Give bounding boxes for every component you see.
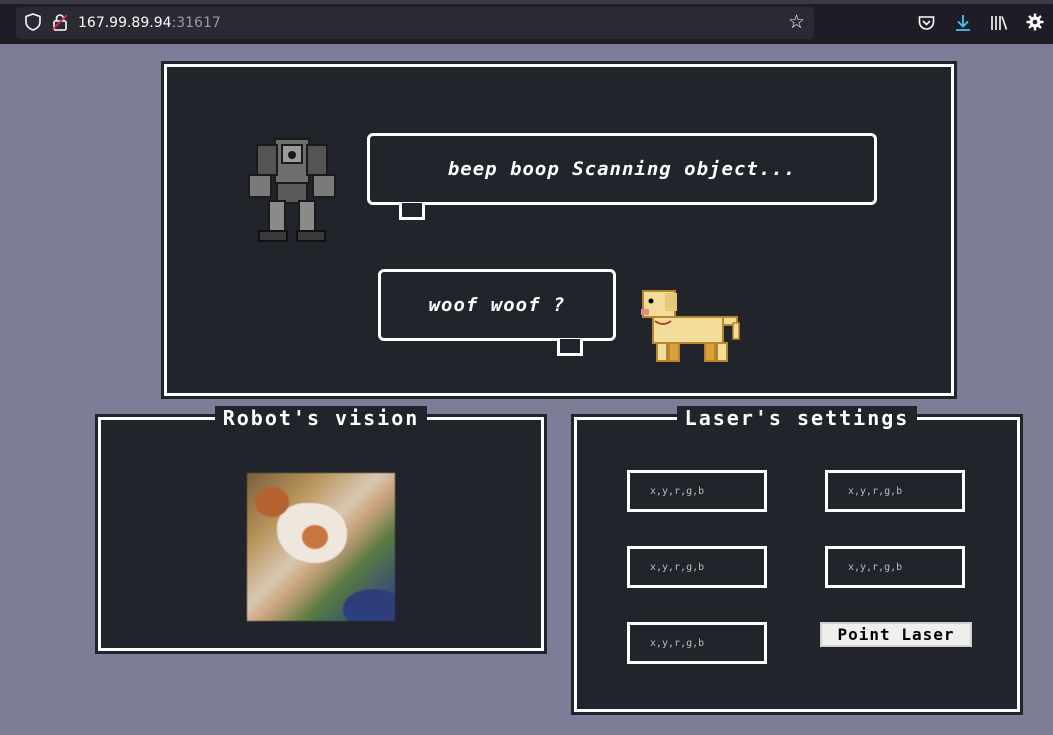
laser-input-3[interactable] <box>625 544 769 590</box>
robot-speech-text: beep boop Scanning object... <box>447 158 797 180</box>
vision-image <box>247 473 395 621</box>
laser-input-5[interactable] <box>625 620 769 666</box>
vision-panel: Robot's vision <box>95 406 547 654</box>
laser-panel-title: Laser's settings <box>676 406 918 430</box>
robot-speech-bubble: beep boop Scanning object... <box>367 133 877 205</box>
dog-speech-tail <box>557 339 583 356</box>
library-icon[interactable] <box>990 15 1008 35</box>
settings-icon[interactable] <box>1026 13 1044 35</box>
robot-speech-tail <box>399 203 425 220</box>
vision-panel-title: Robot's vision <box>214 406 428 430</box>
scene-panel: beep boop Scanning object... woof woof ? <box>161 61 957 399</box>
browser-toolbar: 167.99.89.94:31617 ☆ <box>0 0 1053 44</box>
robot-sprite <box>247 137 337 243</box>
laser-input-1[interactable] <box>625 468 769 514</box>
dog-speech-text: woof woof ? <box>428 294 566 316</box>
dog-sprite <box>639 287 743 363</box>
pocket-icon[interactable] <box>918 15 935 35</box>
lock-icon[interactable] <box>52 13 68 35</box>
laser-input-2[interactable] <box>823 468 967 514</box>
shield-icon[interactable] <box>25 13 41 35</box>
laser-input-4[interactable] <box>823 544 967 590</box>
star-icon[interactable]: ☆ <box>788 11 805 33</box>
download-icon[interactable] <box>955 14 971 36</box>
address-bar[interactable]: 167.99.89.94:31617 ☆ <box>16 7 814 39</box>
dog-speech-bubble: woof woof ? <box>378 269 616 341</box>
point-laser-button[interactable]: Point Laser <box>820 622 972 647</box>
url-text: 167.99.89.94:31617 <box>78 15 221 31</box>
